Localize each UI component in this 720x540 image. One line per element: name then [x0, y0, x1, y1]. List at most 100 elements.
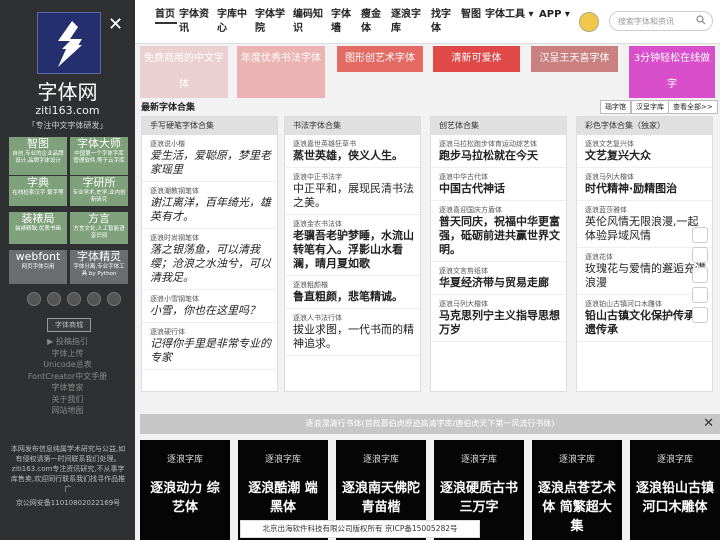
- tile-desc: 自创,专业的企业品牌设计,品牌字体设计: [12, 151, 64, 164]
- sidebar-link-fontcreator[interactable]: FontCreator中文手册: [0, 371, 135, 383]
- font-sample: 玫瑰花与爱情的邂逅充满浪漫: [585, 262, 706, 289]
- tile-zhitu[interactable]: 智图 自创,专业的企业品牌设计,品牌字体设计: [9, 137, 67, 175]
- font-name: 逐浪嘉世英雄狂草书: [293, 140, 356, 148]
- collection-header[interactable]: 手写硬笔字体合集: [142, 117, 277, 135]
- logo-s-icon: [58, 21, 82, 67]
- wechat-icon[interactable]: [692, 267, 708, 283]
- font-card[interactable]: 逐浪字库 逐浪动力 综艺体: [140, 440, 230, 540]
- tile-mounting[interactable]: 装裱局 装裱精致,优质书画: [9, 212, 67, 244]
- font-card[interactable]: 逐浪字库 逐浪点苍艺术体 简繁超大集: [532, 440, 622, 540]
- nav-app[interactable]: APP ▾: [539, 8, 570, 22]
- filter-button-hancheng[interactable]: 汉呈字库: [631, 100, 669, 114]
- banner-online-make[interactable]: 3分钟轻松在线做字: [629, 46, 715, 98]
- font-item[interactable]: 逐浪文艺复兴体 文艺复兴大众: [577, 135, 712, 168]
- font-item[interactable]: 逐浪人书法行体 拔业求图，一代书而的精神追求。: [285, 309, 420, 356]
- mail-icon[interactable]: [86, 292, 101, 306]
- user-icon[interactable]: [692, 227, 708, 243]
- tile-font-sprite[interactable]: 字体精灵 字体分离,专业字体工具 by Python: [70, 250, 128, 284]
- font-item[interactable]: 逐浪中华古代体 中国古代神话: [431, 168, 566, 201]
- nav-find-font[interactable]: 找字体: [431, 8, 453, 36]
- font-sample: 爱生活，爱聪原，梦里老家瑶里: [150, 149, 271, 176]
- wechat-icon[interactable]: [66, 292, 81, 306]
- phone-icon[interactable]: [692, 307, 708, 323]
- tile-font-master[interactable]: 字体大师 中国第一个字体字库管理软件,等于云字库: [70, 137, 128, 175]
- collection-creative: 创艺体合集 逐浪马拉松跑步体育运动综艺体 跑步马拉松就在今天 逐浪中华古代体 中国古…: [430, 116, 567, 392]
- nav-tools[interactable]: 字体工具 ▾: [485, 8, 534, 22]
- close-promo-button[interactable]: ✕: [703, 414, 714, 434]
- font-item[interactable]: 逐浪马列大楷体 马克思列宁主义指导思想万岁: [431, 295, 566, 342]
- collection-calligraphy: 书法字体合集 逐浪嘉世英雄狂草书 蒸世英雄，侠义人生。 逐浪中正书法字 中正平和，展…: [284, 116, 421, 392]
- tile-desc: 中国第一个字体字库管理软件,等于云字库: [73, 151, 125, 164]
- qq-icon[interactable]: [692, 247, 708, 263]
- banner-cute[interactable]: 清新可爱体: [433, 46, 520, 72]
- search-input[interactable]: 搜索字体和资讯: [609, 11, 713, 31]
- font-item[interactable]: 逐浪潮教钢笔体 谢江离洋，百年绮光，雄英有才。: [142, 182, 277, 229]
- github-icon[interactable]: [106, 292, 121, 306]
- sidebar-link-sitemap[interactable]: 网站地图: [0, 405, 135, 417]
- weibo-icon[interactable]: [692, 287, 708, 303]
- banner-free-commercial[interactable]: 免费商用的中文字体: [140, 46, 228, 98]
- nav-font-center[interactable]: 字库中心: [217, 8, 247, 36]
- tile-research[interactable]: 字研所 专业学术,史学,业内创新研究: [70, 176, 128, 206]
- tile-dialect[interactable]: 方言 方言文化,人工智能语音识别: [70, 212, 128, 244]
- font-mall-select[interactable]: 字体商城: [47, 318, 91, 332]
- banner-calligraphy[interactable]: 年度优秀书法字体: [237, 46, 325, 98]
- nav-zhitu[interactable]: 智图: [461, 8, 483, 22]
- font-item[interactable]: 逐浪小雪钢笔体 小雪，你也在这里吗？: [142, 290, 277, 323]
- filter-button-nao[interactable]: 瑙字馆: [600, 100, 631, 114]
- collection-header[interactable]: 彩色字体合集（独家）: [577, 117, 712, 135]
- tile-dictionary[interactable]: 字典 在线检索汉字·繁字等: [9, 176, 67, 206]
- brand-url: ziti163.com: [35, 104, 100, 117]
- sidebar-link-unicode[interactable]: Unicode总表: [0, 359, 135, 371]
- font-item[interactable]: 逐浪嘉世英雄狂草书 蒸世英雄，侠义人生。: [285, 135, 420, 168]
- font-sample: 华夏经济带与贸易走廊: [439, 276, 549, 289]
- font-item[interactable]: 逐浪文言剪纸体 华夏经济带与贸易走廊: [431, 262, 566, 295]
- font-card[interactable]: 逐浪字库 逐浪铅山古镇 河口木雕体: [630, 440, 720, 540]
- font-item[interactable]: 逐浪中正书法字 中正平和，展现民清书法之美。: [285, 168, 420, 215]
- weibo-icon[interactable]: [27, 292, 41, 306]
- font-item[interactable]: 逐浪硬行体 记得你手里是非常专业的专家: [142, 323, 277, 370]
- font-item[interactable]: 逐浪马拉松跑步体育运动综艺体 跑步马拉松就在今天: [431, 135, 566, 168]
- nav-encoding[interactable]: 编码知识: [293, 8, 323, 36]
- sidebar-disclaimer: 本网发布信息纯属学术研究与公益,如有侵权请第一时间联系我们处理。ziti163.…: [10, 445, 126, 493]
- collection-header[interactable]: 书法字体合集: [285, 117, 420, 135]
- close-sidebar-button[interactable]: ✕: [108, 14, 123, 35]
- font-name: 逐浪中华古代体: [439, 173, 488, 181]
- view-all-button[interactable]: 查看全部>>: [668, 100, 718, 114]
- sidebar-link-upload[interactable]: 字体上传: [0, 348, 135, 360]
- promo-bar[interactable]: 逐浪漂清行书体(首款慕伯虎原迹高清字库/唐伯虎天下第一风流行书体) ✕: [140, 414, 720, 434]
- font-name: 逐浪文言剪纸体: [439, 267, 488, 275]
- font-name: 逐浪马列大楷体: [439, 300, 488, 308]
- banner-graphic[interactable]: 图形创艺术字体: [337, 46, 423, 72]
- font-item[interactable]: 逐浪喜迎国庆方盾体 普天同庆，祝福中华更富强，砥砺前进共赢世界文明。: [431, 201, 566, 262]
- banner-label: 汉呈王天喜字体: [539, 53, 610, 64]
- font-item[interactable]: 逐浪说小楷 爱生活，爱聪原，梦里老家瑶里: [142, 135, 277, 182]
- nav-news[interactable]: 字体资讯: [179, 8, 209, 36]
- nav-home[interactable]: 首页: [155, 8, 177, 24]
- tile-webfont[interactable]: webfont 网页字体引用: [9, 250, 67, 284]
- sidebar-icp[interactable]: 京公网安备11010802022169号: [8, 498, 128, 508]
- font-item[interactable]: 逐浪粗颜楷 鲁直粗颜，悲笔精诚。: [285, 276, 420, 309]
- search-placeholder: 搜索字体和资讯: [618, 17, 674, 26]
- collection-header[interactable]: 创艺体合集: [431, 117, 566, 135]
- search-icon[interactable]: [696, 15, 706, 25]
- nav-font-wall[interactable]: 字体墙: [331, 8, 353, 36]
- banner-hancheng[interactable]: 汉呈王天喜字体: [531, 46, 618, 72]
- top-nav: 首页 字体资讯 字库中心 字体学院 编码知识 字体墙 瘦金体 逐浪字库 找字体 …: [135, 0, 720, 44]
- font-sample: 鲁直粗颜，悲笔精诚。: [293, 290, 403, 303]
- font-item[interactable]: 逐浪金农书法体 老骥吾老驴梦睡，水流山转笔有入。浮影山水看澜，晴月夏如歌: [285, 215, 420, 276]
- site-logo[interactable]: [37, 12, 101, 74]
- font-item[interactable]: 逐浪马列大楷体 时代精神·励精图治: [577, 168, 712, 201]
- font-item[interactable]: 逐浪时尚钢笔体 落之银荡鱼，可以清我缨；沧浪之水浊兮，可以清我足。: [142, 229, 277, 290]
- qq-icon[interactable]: [46, 292, 61, 306]
- nav-academy[interactable]: 字体学院: [255, 8, 285, 36]
- sidebar-link-manager[interactable]: 字体管家: [0, 382, 135, 394]
- nav-zhulang[interactable]: 逐浪字库: [391, 8, 421, 36]
- card-title: 逐浪铅山古镇 河口木雕体: [635, 481, 714, 515]
- sidebar-link-about[interactable]: 关于我们: [0, 394, 135, 406]
- card-title: 逐浪硬质古书 三万字: [439, 481, 518, 515]
- tile-title: 装裱局: [21, 212, 55, 225]
- nav-shoujin[interactable]: 瘦金体: [361, 8, 383, 36]
- sidebar-link-submit[interactable]: ▶ 投稿指引: [0, 336, 135, 348]
- user-avatar[interactable]: [579, 12, 599, 32]
